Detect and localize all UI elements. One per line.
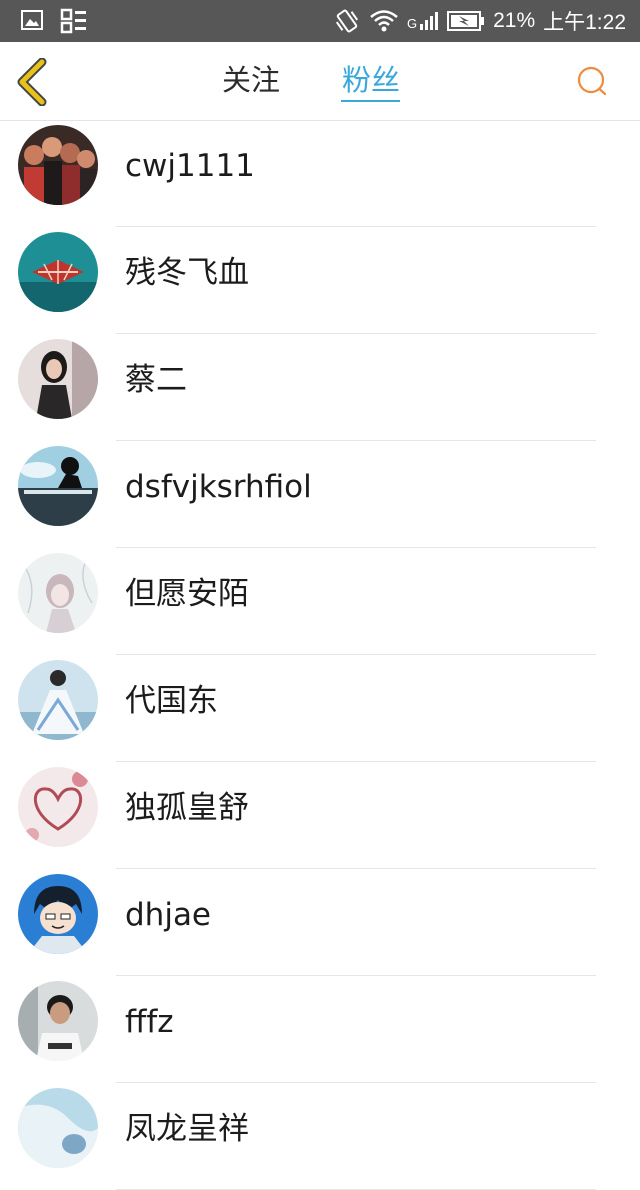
fan-name: 蔡二 [125, 362, 187, 398]
chevron-left-icon [17, 57, 47, 107]
status-bar: G 21% 上午1:22 [0, 0, 640, 42]
active-tab-indicator [341, 100, 400, 102]
network-type-label: G [406, 16, 418, 31]
avatar[interactable] [18, 232, 98, 312]
avatar[interactable] [18, 339, 98, 419]
vibrate-icon [333, 7, 361, 35]
fan-list-item[interactable]: 凤龙呈祥 [0, 1083, 640, 1190]
fan-name: dsfvjksrhfiol [125, 469, 312, 505]
avatar[interactable] [18, 446, 98, 526]
fan-list-item[interactable]: 残冬飞血 [0, 227, 640, 334]
clock-time: 上午1:22 [543, 11, 626, 34]
avatar[interactable] [18, 660, 98, 740]
search-icon [577, 66, 607, 96]
tab-following[interactable]: 关注 [222, 62, 280, 98]
back-button[interactable] [14, 57, 54, 107]
battery-icon [447, 10, 485, 32]
fan-list-item[interactable]: cwj1111 [0, 120, 640, 227]
app-notification-icon [60, 8, 88, 38]
fan-list-item[interactable]: 蔡二 [0, 334, 640, 441]
fan-name: 独孤皇舒 [125, 790, 249, 826]
avatar[interactable] [18, 874, 98, 954]
fan-name: 凤龙呈祥 [125, 1111, 249, 1147]
fan-list-item[interactable]: dhjae [0, 869, 640, 976]
wifi-icon [369, 8, 399, 34]
tab-fans[interactable]: 粉丝 [342, 62, 400, 98]
fan-list-item[interactable]: 但愿安陌 [0, 548, 640, 655]
avatar[interactable] [18, 981, 98, 1061]
search-button[interactable] [574, 64, 610, 100]
signal-icon: G [407, 11, 439, 31]
fan-name: dhjae [125, 897, 212, 933]
fan-name: 但愿安陌 [125, 576, 249, 612]
fan-name: 残冬飞血 [125, 255, 249, 291]
gallery-notification-icon [20, 8, 44, 36]
avatar[interactable] [18, 767, 98, 847]
avatar[interactable] [18, 553, 98, 633]
fans-list: cwj1111 残冬飞血 蔡二 dsfvjksrhfiol 但愿安陌 代国东 独… [0, 120, 640, 1190]
fan-list-item[interactable]: 独孤皇舒 [0, 762, 640, 869]
fan-list-item[interactable]: dsfvjksrhfiol [0, 441, 640, 548]
avatar[interactable] [18, 1088, 98, 1168]
battery-percent: 21% [493, 9, 536, 32]
avatar[interactable] [18, 125, 98, 205]
fan-name: fffz [125, 1004, 174, 1040]
top-navigation-bar: 关注 粉丝 [0, 42, 640, 121]
fan-name: 代国东 [125, 683, 218, 719]
fan-list-item[interactable]: fffz [0, 976, 640, 1083]
fan-name: cwj1111 [125, 148, 255, 184]
fan-list-item[interactable]: 代国东 [0, 655, 640, 762]
